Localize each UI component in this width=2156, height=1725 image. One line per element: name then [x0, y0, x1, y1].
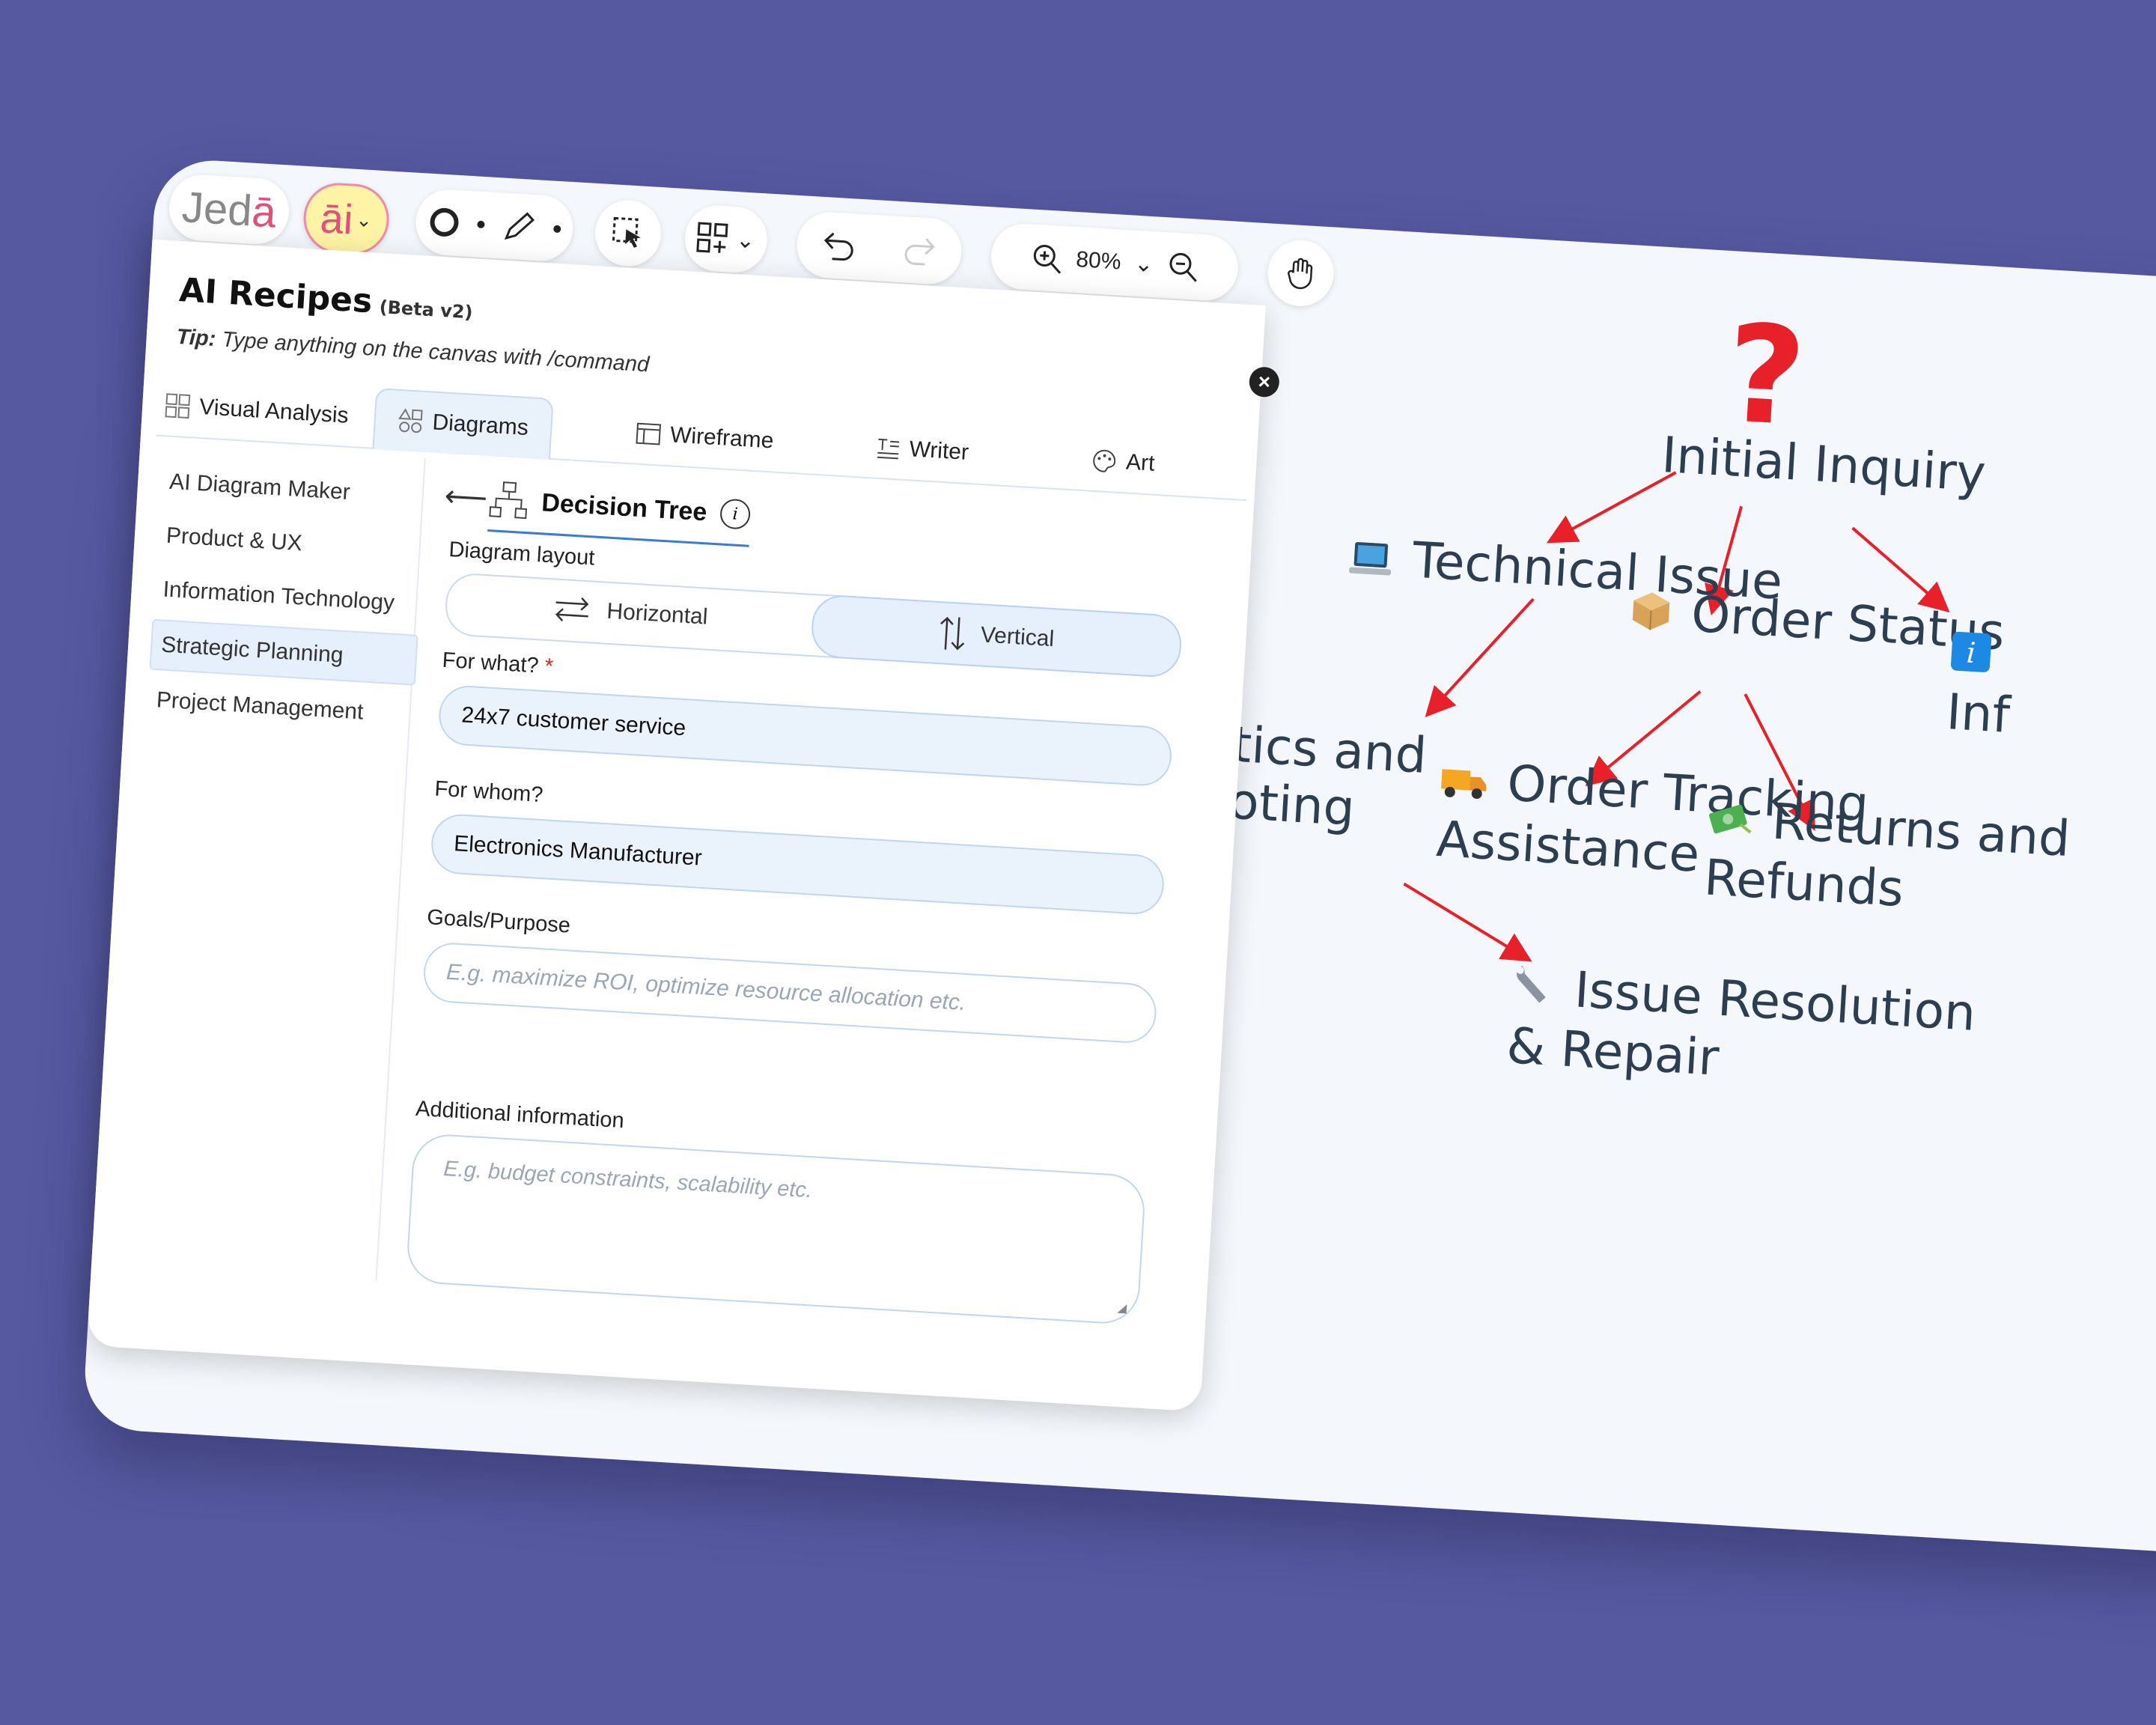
wrench-icon — [1508, 961, 1556, 1020]
ai-label: āi — [319, 193, 355, 243]
wireframe-icon — [636, 422, 662, 445]
text-lines-icon — [877, 438, 900, 460]
history-controls — [795, 210, 963, 286]
info-icon: i — [1949, 627, 1994, 686]
jeda-logo[interactable]: Jed ā — [167, 173, 291, 246]
ai-recipes-panel: × AI Recipes (Beta v2) Tip: Type anything… — [86, 239, 1280, 1412]
redo-icon[interactable] — [901, 234, 937, 267]
node-label-line2: oting — [1227, 772, 1356, 838]
for-whom-input[interactable]: Electronics Manufacturer — [429, 812, 1166, 916]
zoom-in-icon[interactable] — [1030, 242, 1063, 275]
required-mark: * — [543, 654, 554, 679]
tip-body: Type anything on the canvas with /comman… — [221, 327, 651, 377]
undo-icon[interactable] — [821, 230, 857, 262]
logo-text: Jed — [180, 182, 254, 236]
sidebar-item-information-technology[interactable]: Information Technology — [153, 565, 418, 629]
arrow-diagnostics-resolution — [1403, 882, 1532, 962]
pan-tool-button[interactable] — [1265, 238, 1336, 308]
panel-title-text: AI Recipes — [178, 271, 374, 321]
arrow-technical-diagnostics — [1425, 597, 1535, 717]
palette-icon — [1093, 449, 1116, 472]
app-window: ? Initial Inquiry Technical Issue Order … — [82, 157, 2156, 1557]
category-sidebar: AI Diagram Maker Product & UX Informatio… — [91, 441, 426, 1281]
node-returns-refunds[interactable]: Returns and Refunds — [1702, 789, 2071, 927]
zoom-level[interactable]: 80% — [1075, 247, 1121, 276]
insert-menu-button[interactable]: ⌄ — [683, 204, 770, 275]
zoom-out-icon[interactable] — [1166, 249, 1199, 282]
goals-input[interactable]: E.g. maximize ROI, optimize resource all… — [421, 941, 1158, 1045]
truck-icon — [1438, 754, 1489, 814]
recipe-header: Decision Tree i — [487, 469, 753, 547]
node-diagnostics[interactable]: tics and oting — [1227, 716, 1428, 842]
node-information[interactable]: i Inf — [1945, 624, 2015, 744]
additional-info-label: Additional information — [415, 1096, 625, 1134]
pen-options-dot[interactable] — [552, 225, 561, 234]
grid-icon — [165, 393, 191, 419]
tab-art[interactable]: Art — [1090, 431, 1157, 494]
chevron-down-icon: ⌄ — [355, 207, 374, 231]
grid-add-icon — [696, 222, 728, 253]
sidebar-item-project-management[interactable]: Project Management — [146, 676, 412, 740]
ai-menu-button[interactable]: āi ⌄ — [301, 180, 392, 257]
layout-vertical-option[interactable]: Vertical — [809, 594, 1184, 679]
logo-accent: ā — [250, 186, 278, 237]
svg-text:i: i — [1966, 636, 1977, 670]
resize-handle-icon[interactable]: ◢ — [1117, 1300, 1127, 1316]
for-what-input[interactable]: 24x7 customer service — [437, 684, 1174, 788]
draw-tools — [413, 187, 575, 264]
money-icon — [1706, 792, 1754, 851]
chevron-down-icon[interactable]: ⌄ — [1133, 250, 1154, 277]
tab-diagrams[interactable]: Diagrams — [372, 387, 555, 460]
tab-wireframe[interactable]: Wireframe — [634, 404, 776, 472]
shape-options-dot[interactable] — [477, 220, 485, 229]
shapes-icon — [398, 408, 423, 433]
swap-horizontal-icon — [555, 597, 589, 622]
for-whom-label: For whom? — [433, 776, 544, 808]
textarea-placeholder: E.g. budget constraints, scalability etc… — [442, 1157, 813, 1203]
zoom-controls: 80% ⌄ — [989, 222, 1240, 302]
tab-label: Writer — [908, 436, 969, 465]
swap-vertical-icon — [940, 616, 965, 651]
label-text: For what? — [441, 648, 540, 678]
tip-text: Tip: Type anything on the canvas with /c… — [176, 325, 650, 377]
layout-horizontal-option[interactable]: Horizontal — [445, 574, 815, 652]
option-label: Vertical — [979, 622, 1056, 652]
tab-label: Diagrams — [431, 410, 529, 441]
option-label: Horizontal — [606, 598, 709, 630]
beta-badge: (Beta v2) — [378, 296, 474, 323]
shape-tool-icon[interactable] — [427, 205, 462, 240]
info-icon[interactable]: i — [719, 498, 752, 530]
layout-label: Diagram layout — [448, 538, 596, 571]
tab-label: Visual Analysis — [198, 394, 350, 428]
hand-icon — [1288, 258, 1313, 290]
sidebar-item-strategic-planning[interactable]: Strategic Planning — [149, 618, 418, 686]
decision-tree-icon — [489, 481, 528, 520]
tab-label: Wireframe — [669, 422, 775, 454]
tip-label: Tip: — [175, 324, 217, 352]
goals-label: Goals/Purpose — [426, 905, 571, 938]
select-tool-button[interactable] — [593, 198, 663, 269]
recipe-form: ⟵ Decision Tree i Diagram layout Horizon… — [381, 458, 1231, 1365]
sidebar-item-product-ux[interactable]: Product & UX — [156, 511, 421, 575]
arrow-root-technical — [1546, 471, 1677, 544]
additional-info-textarea[interactable]: E.g. budget constraints, scalability etc… — [405, 1132, 1147, 1326]
recipe-title: Decision Tree — [540, 487, 708, 526]
tab-writer[interactable]: Writer — [873, 418, 970, 483]
sidebar-item-ai-diagram-maker[interactable]: AI Diagram Maker — [159, 457, 424, 521]
back-arrow-icon[interactable]: ⟵ — [443, 479, 489, 516]
panel-title: AI Recipes (Beta v2) — [178, 271, 474, 326]
layout-toggle: Horizontal Vertical — [443, 571, 1184, 679]
tab-label: Art — [1125, 449, 1156, 476]
tab-visual-analysis[interactable]: Visual Analysis — [163, 375, 350, 445]
chevron-down-icon: ⌄ — [735, 227, 756, 254]
pen-tool-icon[interactable] — [500, 207, 538, 246]
for-what-label: For what? * — [442, 648, 554, 680]
package-icon — [1628, 585, 1673, 645]
node-label: Inf — [1945, 683, 2012, 744]
select-icon — [612, 216, 641, 248]
laptop-icon — [1347, 531, 1395, 590]
